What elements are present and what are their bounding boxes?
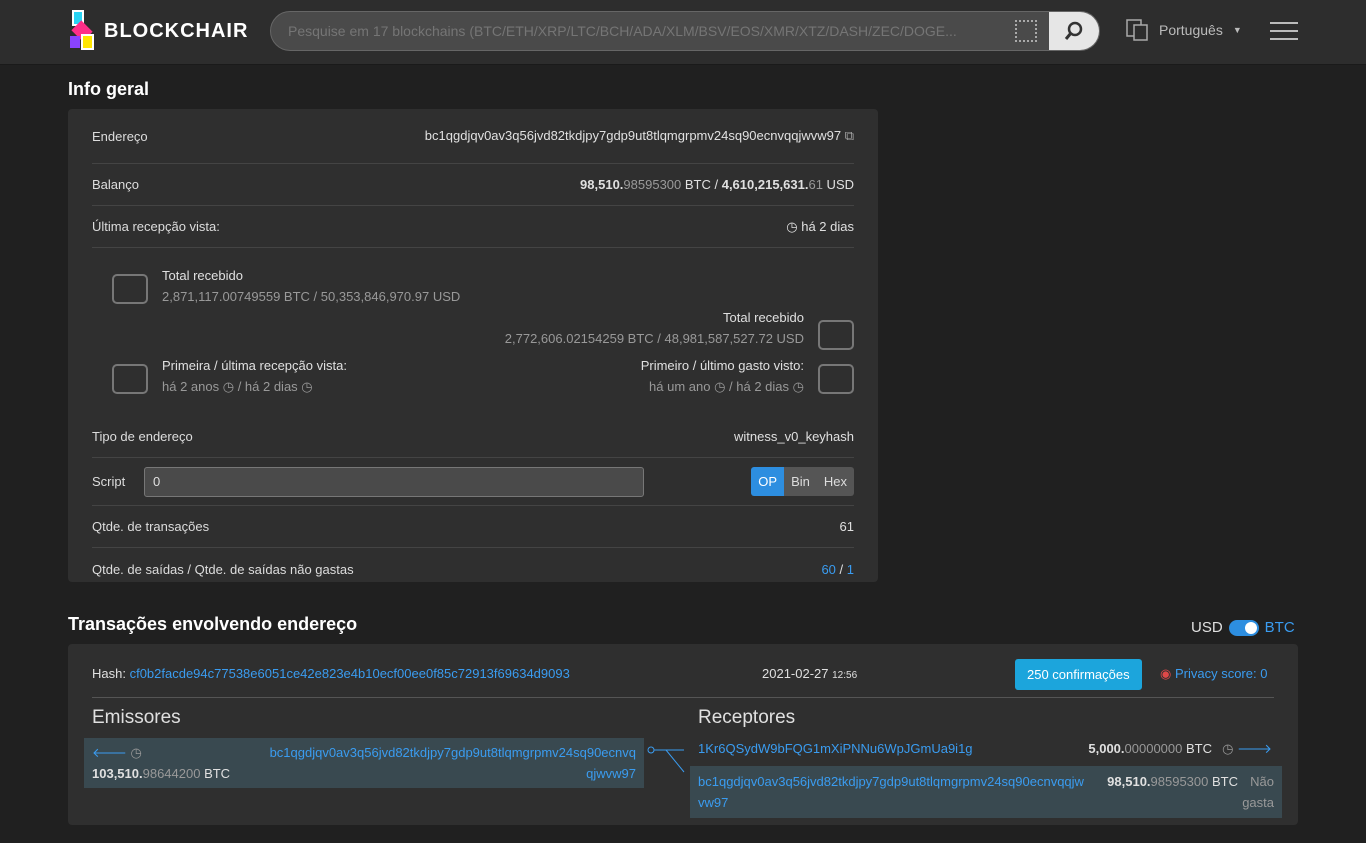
language-label: Português: [1159, 22, 1223, 38]
clock-icon: ◷: [786, 218, 798, 234]
top-bar: BLOCKCHAIR Português ▼: [0, 0, 1366, 65]
toggle-switch: [1228, 619, 1259, 636]
unspent-status: Não gasta: [1242, 774, 1274, 810]
output-row: 1Kr6QSydW9bFQG1mXiPNNu6WpJGmUa9i1g 5,000…: [698, 741, 1272, 756]
search-icon: [1064, 21, 1083, 40]
unspent-link[interactable]: 1: [847, 562, 854, 577]
search-button[interactable]: [1049, 12, 1099, 50]
wallet-out-icon: [818, 320, 854, 350]
first-last-received: Primeira / última recepção vista: há 2 an…: [92, 358, 347, 395]
translate-icon: [1126, 19, 1148, 41]
wallet-out-clock-icon: [818, 364, 854, 394]
flow-arrows-icon: [647, 746, 685, 773]
received-block: Total recebido 2,871,117.00749559 BTC / 5…: [92, 268, 460, 304]
caret-down-icon: ▼: [1232, 25, 1242, 35]
output-address-link[interactable]: bc1qgdjqv0av3q56jvd82tkdjpy7gdp9ut8tlqmg…: [698, 771, 1088, 813]
info-card: Endereço bc1qgdjqv0av3q56jvd82tkdjpy7gdp9…: [68, 109, 878, 582]
script-label: Script: [92, 474, 126, 489]
input-row: 🡐 ◷ bc1qgdjqv0av3q56jvd82tkdjpy7gdp9ut8t…: [84, 738, 644, 788]
balance-label: Balanço: [92, 177, 139, 192]
transaction-card: Hash: cf0b2facde94c77538e6051ce42e823e4b…: [68, 644, 1298, 825]
tx-count-label: Qtde. de transações: [92, 519, 210, 534]
wallet-in-icon: [112, 274, 148, 304]
mode-bin[interactable]: Bin: [784, 467, 817, 496]
currency-toggle[interactable]: USD BTC: [1191, 619, 1295, 636]
qr-code-icon[interactable]: [1015, 20, 1037, 42]
fingerprint-icon: ◉: [1160, 666, 1172, 681]
flows: Total recebido 2,871,117.00749559 BTC / 5…: [92, 248, 854, 416]
tx-hash-link[interactable]: cf0b2facde94c77538e6051ce42e823e4b10ecf0…: [130, 666, 570, 681]
mode-op[interactable]: OP: [751, 467, 785, 496]
language-selector[interactable]: Português ▼: [1125, 18, 1242, 42]
search-input[interactable]: [271, 23, 1015, 39]
script-field[interactable]: 0: [144, 466, 644, 497]
last-seen-label: Última recepção vista:: [92, 219, 220, 234]
receivers-title: Receptores: [698, 707, 796, 728]
balance-value: 98,510.98595300 BTC / 4,610,215,631.61 U…: [580, 177, 854, 192]
confirmations-badge: 250 confirmações: [1015, 659, 1142, 690]
copy-icon[interactable]: ⧉: [845, 128, 854, 143]
spent-block: Total recebido 2,772,606.02154259 BTC / 4…: [505, 310, 854, 350]
mode-hex[interactable]: Hex: [816, 467, 854, 496]
back-arrow-icon[interactable]: 🡐: [92, 745, 127, 760]
logo-icon: [68, 10, 96, 52]
outputs-link[interactable]: 60: [821, 562, 835, 577]
address-label: Endereço: [92, 128, 148, 144]
address-value[interactable]: bc1qgdjqv0av3q56jvd82tkdjpy7gdp9ut8tlqmg…: [425, 128, 854, 144]
output-row: bc1qgdjqv0av3q56jvd82tkdjpy7gdp9ut8tlqmg…: [690, 766, 1282, 818]
last-seen-value: ◷ há 2 dias: [786, 218, 854, 234]
senders-title: Emissores: [92, 707, 181, 728]
section-title-info: Info geral: [68, 79, 150, 99]
type-label: Tipo de endereço: [92, 429, 193, 444]
forward-arrow-icon[interactable]: 🡒: [1237, 741, 1272, 756]
privacy-score-link[interactable]: ◉ Privacy score: 0: [1160, 666, 1267, 682]
brand-name: BLOCKCHAIR: [104, 19, 249, 42]
search-bar: [270, 11, 1100, 51]
outputs-label: Qtde. de saídas / Qtde. de saídas não ga…: [92, 561, 354, 577]
input-address-link[interactable]: bc1qgdjqv0av3q56jvd82tkdjpy7gdp9ut8tlqmg…: [266, 742, 636, 784]
script-format-toggle: OP Bin Hex: [751, 467, 854, 496]
type-value: witness_v0_keyhash: [734, 429, 854, 444]
logo[interactable]: BLOCKCHAIR: [68, 10, 248, 52]
tx-count-value: 61: [839, 519, 854, 534]
wallet-in-clock-icon: [112, 364, 148, 394]
first-last-spent: Primeiro / último gasto visto: há um ano …: [641, 358, 854, 395]
tx-date: 2021-02-27 12:56: [762, 666, 858, 681]
menu-icon[interactable]: [1270, 22, 1298, 46]
output-address-link[interactable]: 1Kr6QSydW9bFQG1mXiPNNu6WpJGmUa9i1g: [698, 741, 973, 756]
section-title-transactions: Transações envolvendo endereço: [68, 614, 358, 634]
